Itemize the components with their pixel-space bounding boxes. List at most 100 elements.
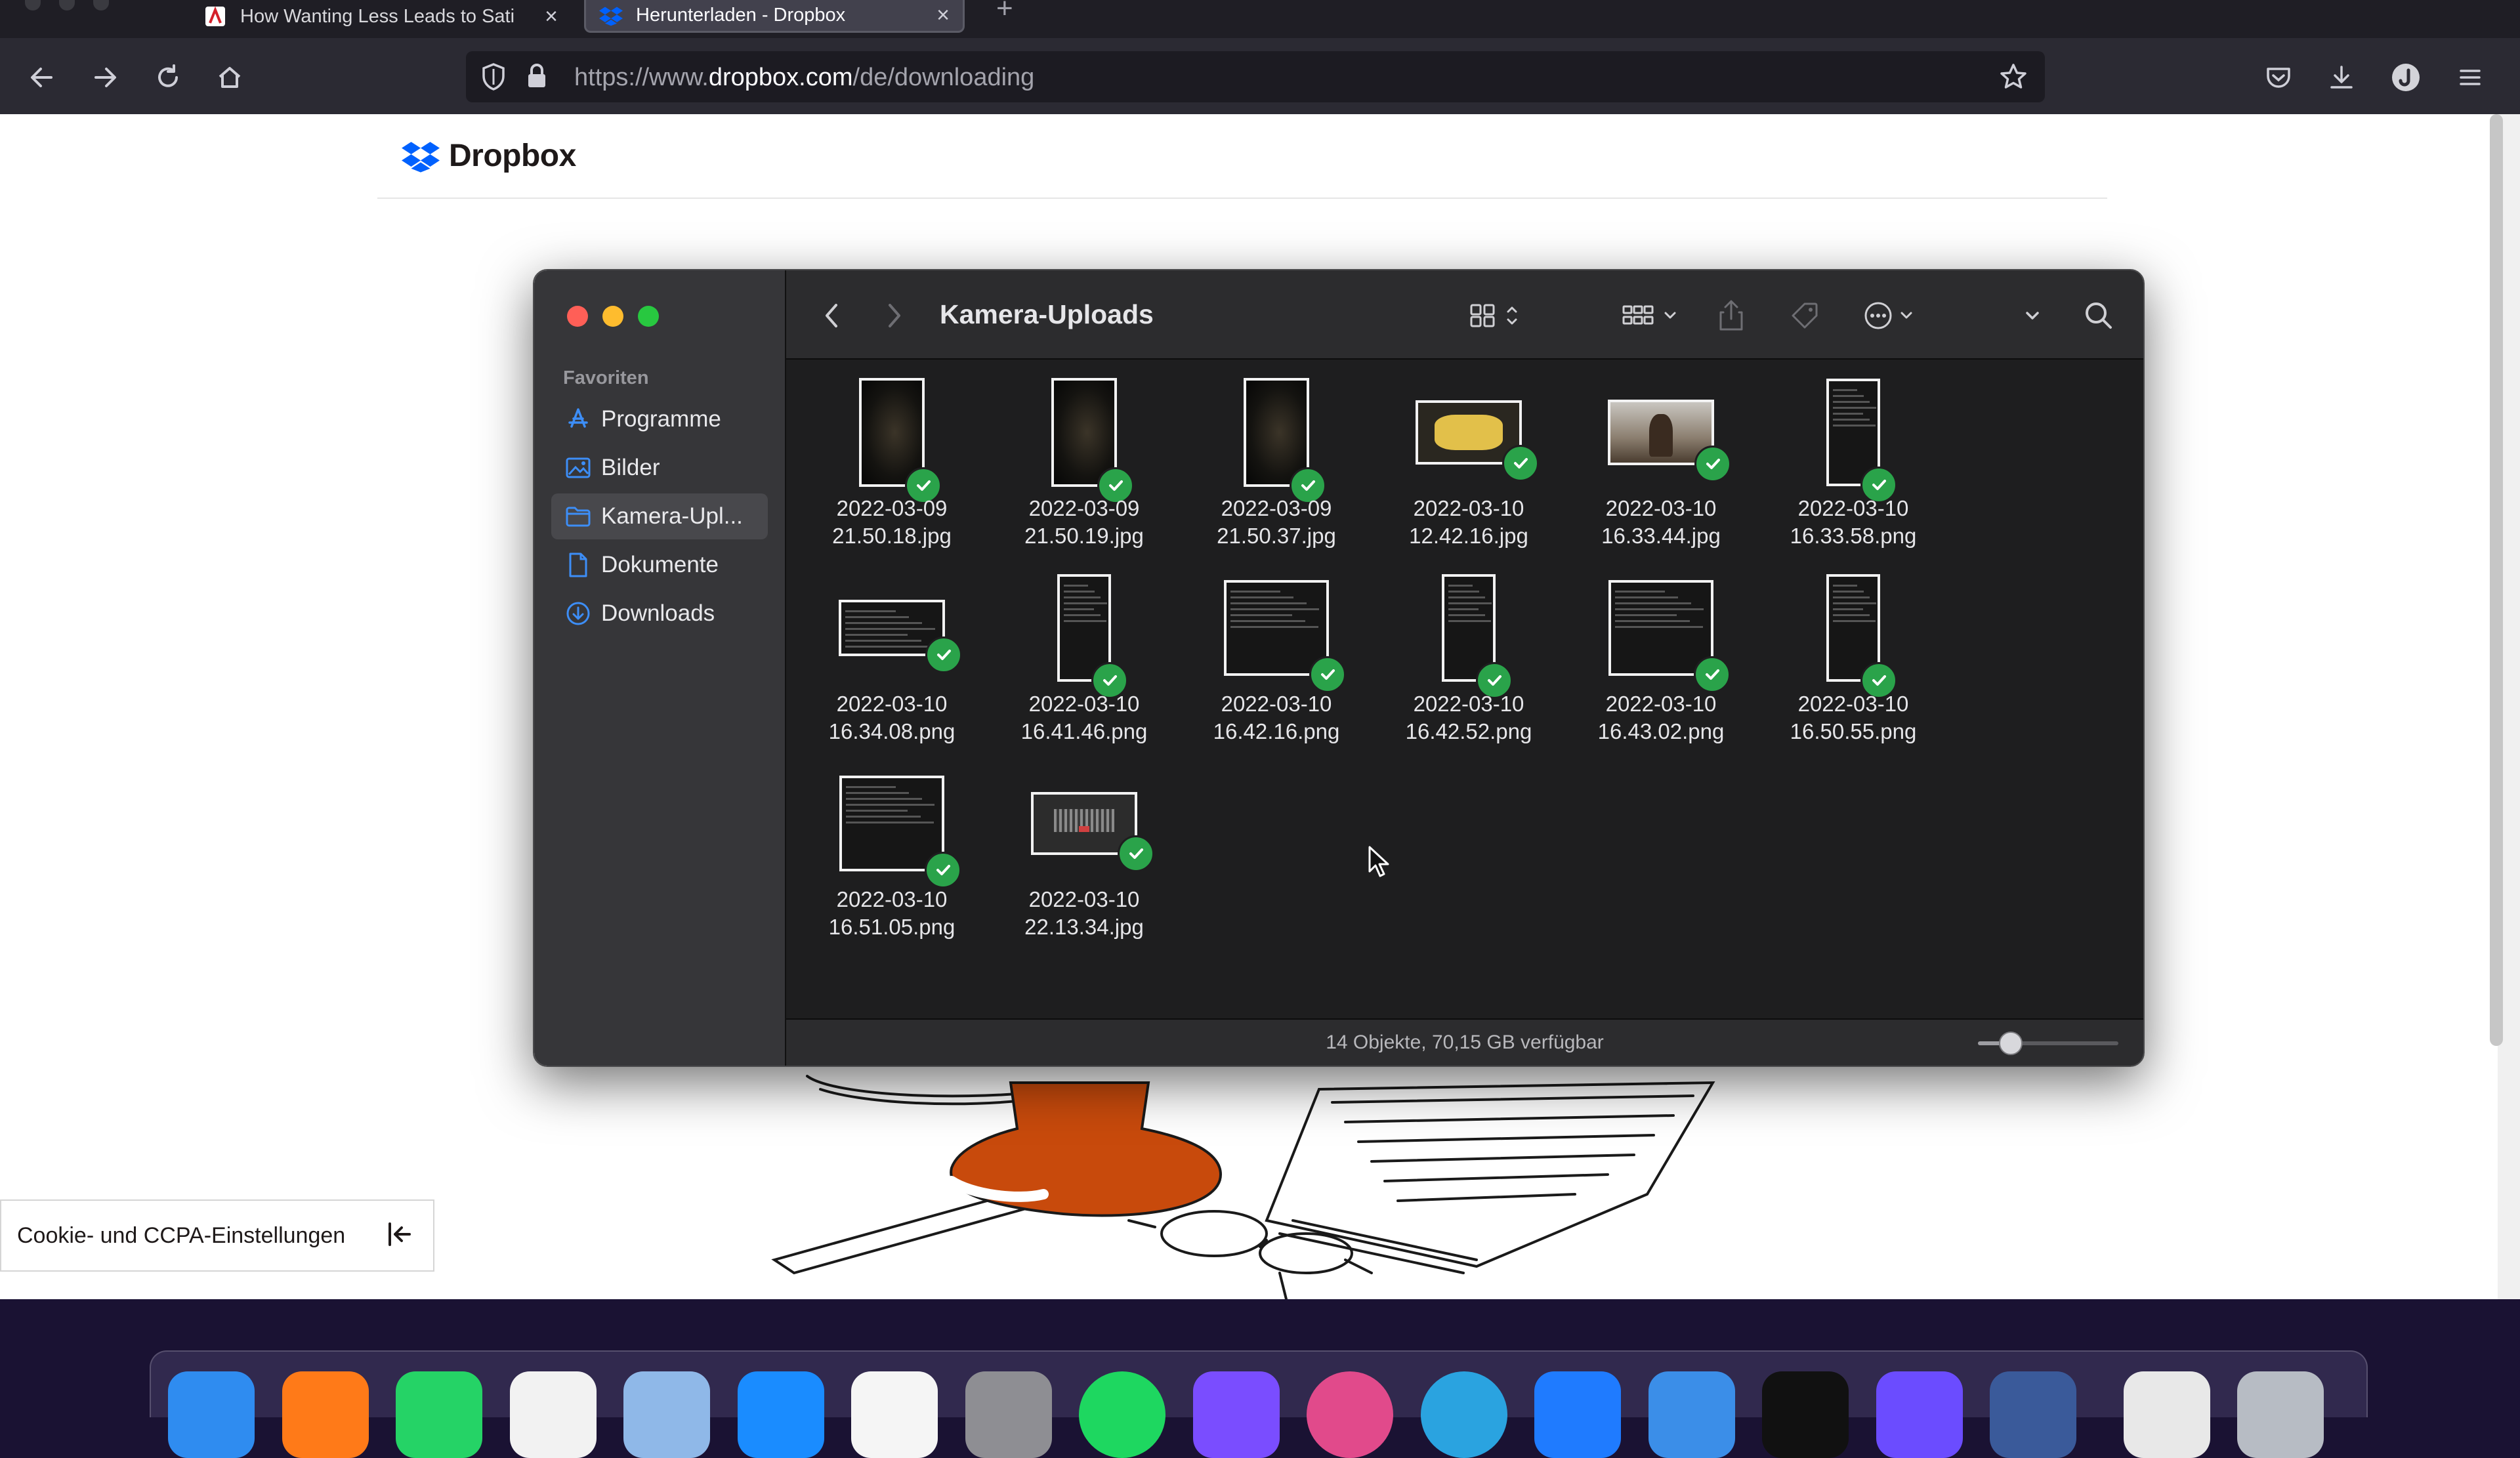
file-item[interactable]: 2022-03-10 16.51.05.png	[797, 768, 987, 958]
pocket-button[interactable]	[2259, 58, 2298, 97]
apple-tv-icon[interactable]	[1762, 1371, 1849, 1458]
reload-button[interactable]	[148, 58, 188, 97]
finder-icon[interactable]	[168, 1371, 255, 1458]
back-button[interactable]	[22, 58, 62, 97]
file-item[interactable]: 2022-03-10 16.42.16.png	[1181, 572, 1372, 762]
file-item[interactable]: 2022-03-09 21.50.19.jpg	[989, 377, 1179, 567]
sidebar-item-kamera-uploads[interactable]: Kamera-Upl...	[551, 493, 768, 539]
group-by-button[interactable]	[1621, 299, 1687, 332]
share-button[interactable]	[1718, 299, 1744, 332]
account-button[interactable]	[2386, 58, 2426, 97]
cookie-settings-bar[interactable]: Cookie- und CCPA-Einstellungen	[0, 1199, 434, 1272]
collapse-icon[interactable]	[385, 1220, 413, 1252]
forward-button[interactable]	[85, 58, 125, 97]
more-actions-button[interactable]	[1862, 299, 1922, 332]
file-thumbnail-area	[1181, 377, 1372, 488]
reminders-icon[interactable]	[851, 1371, 938, 1458]
close-window-button[interactable]	[25, 0, 41, 10]
lock-icon[interactable]	[525, 62, 549, 93]
new-tab-button[interactable]: +	[996, 0, 1013, 23]
sidebar-item-downloads[interactable]: Downloads	[551, 591, 768, 636]
file-name-line2: 16.42.16.png	[1213, 719, 1340, 743]
file-item[interactable]: 2022-03-10 16.43.02.png	[1566, 572, 1756, 762]
file-item[interactable]: 2022-03-10 16.50.55.png	[1758, 572, 1948, 762]
whatsapp-icon[interactable]	[396, 1371, 482, 1458]
forward-button[interactable]	[885, 299, 904, 332]
fullscreen-button[interactable]	[638, 306, 659, 327]
file-item[interactable]: 2022-03-09 21.50.37.jpg	[1181, 377, 1372, 567]
reload-icon	[158, 64, 178, 87]
tab-dropbox[interactable]: Herunterladen - Dropbox ×	[584, 0, 965, 33]
file-name: 2022-03-10 16.34.08.png	[797, 690, 987, 745]
home-button[interactable]	[210, 58, 249, 97]
scrollbar-thumb[interactable]	[2490, 114, 2503, 1046]
close-tab-icon[interactable]: ×	[936, 3, 950, 28]
toolbar-overflow-button[interactable]	[2023, 299, 2042, 332]
downloads-button[interactable]	[2322, 58, 2361, 97]
file-name-line1: 2022-03-10	[1797, 692, 1909, 716]
search-button[interactable]	[2083, 299, 2114, 332]
minimize-window-button[interactable]	[59, 0, 75, 10]
shortcuts-icon[interactable]	[1193, 1371, 1280, 1458]
tracking-protection-shield-icon[interactable]	[480, 62, 507, 94]
app-store-icon[interactable]	[738, 1371, 824, 1458]
file-item[interactable]: 2022-03-10 16.34.08.png	[797, 572, 987, 762]
group-grid-icon	[1622, 305, 1676, 325]
file-name-line1: 2022-03-10	[1797, 496, 1909, 520]
trash-icon[interactable]	[2237, 1371, 2324, 1458]
lightroom-icon[interactable]	[1307, 1371, 1393, 1458]
status-bar: 14 Objekte, 70,15 GB verfügbar	[786, 1018, 2143, 1066]
keynote-icon[interactable]	[1648, 1371, 1735, 1458]
pocket-icon	[2267, 68, 2290, 88]
status-text: 14 Objekte, 70,15 GB verfügbar	[1326, 1031, 1604, 1053]
tab-pdf[interactable]: How Wanting Less Leads to Sati ×	[190, 0, 571, 33]
sidebar-item-programme[interactable]: Programme	[551, 396, 768, 442]
testflight-icon[interactable]	[1534, 1371, 1621, 1458]
file-item[interactable]: 2022-03-10 16.42.52.png	[1374, 572, 1564, 762]
pages-icon[interactable]	[510, 1371, 597, 1458]
telegram-icon[interactable]	[1421, 1371, 1507, 1458]
file-name: 2022-03-10 16.33.44.jpg	[1566, 495, 1756, 550]
view-mode-button[interactable]	[1469, 299, 1528, 332]
tags-button[interactable]	[1789, 299, 1820, 332]
file-thumbnail-area	[1758, 377, 1948, 488]
file-item[interactable]: 2022-03-10 16.41.46.png	[989, 572, 1179, 762]
imovie-icon[interactable]	[1876, 1371, 1963, 1458]
file-name-line1: 2022-03-09	[1028, 496, 1140, 520]
file-name-line2: 16.43.02.png	[1597, 719, 1725, 743]
bookmark-star-icon[interactable]	[1999, 62, 2028, 94]
menu-button[interactable]	[2450, 58, 2490, 97]
preview-icon[interactable]	[623, 1371, 710, 1458]
file-name: 2022-03-10 16.51.05.png	[797, 886, 987, 941]
firefox-icon[interactable]	[282, 1371, 369, 1458]
file-name-line2: 16.42.52.png	[1405, 719, 1532, 743]
sync-check-icon	[1502, 445, 1539, 482]
screen-sharing-icon[interactable]	[1990, 1371, 2076, 1458]
sidebar-item-dokumente[interactable]: Dokumente	[551, 542, 768, 588]
file-item[interactable]: 2022-03-10 16.33.58.png	[1758, 377, 1948, 567]
dropbox-logo[interactable]: Dropbox	[402, 138, 576, 174]
pdf-icon	[203, 5, 227, 28]
sidebar-item-label: Programme	[601, 406, 721, 432]
back-button[interactable]	[822, 299, 841, 332]
icon-size-slider-knob[interactable]	[1999, 1031, 2023, 1055]
url-bar[interactable]: https://www.dropbox.com/de/downloading	[466, 51, 2045, 102]
printer-icon[interactable]	[2124, 1371, 2210, 1458]
sync-check-icon	[925, 636, 962, 673]
zoom-window-button[interactable]	[93, 0, 109, 10]
spotify-icon[interactable]	[1079, 1371, 1166, 1458]
system-preferences-icon[interactable]	[965, 1371, 1052, 1458]
file-item[interactable]: 2022-03-10 22.13.34.jpg	[989, 768, 1179, 958]
file-thumbnail	[1608, 580, 1713, 676]
sidebar-item-bilder[interactable]: Bilder	[551, 445, 768, 491]
sync-check-icon	[1694, 446, 1731, 482]
file-item[interactable]: 2022-03-10 16.33.44.jpg	[1566, 377, 1756, 567]
url-text[interactable]: https://www.dropbox.com/de/downloading	[574, 64, 1034, 92]
file-item[interactable]: 2022-03-10 12.42.16.jpg	[1374, 377, 1564, 567]
file-item[interactable]: 2022-03-09 21.50.18.jpg	[797, 377, 987, 567]
tab-label: How Wanting Less Leads to Sati	[240, 5, 515, 27]
minimize-button[interactable]	[602, 306, 623, 327]
file-name-line1: 2022-03-10	[836, 692, 948, 716]
close-button[interactable]	[567, 306, 588, 327]
close-tab-icon[interactable]: ×	[545, 4, 558, 30]
